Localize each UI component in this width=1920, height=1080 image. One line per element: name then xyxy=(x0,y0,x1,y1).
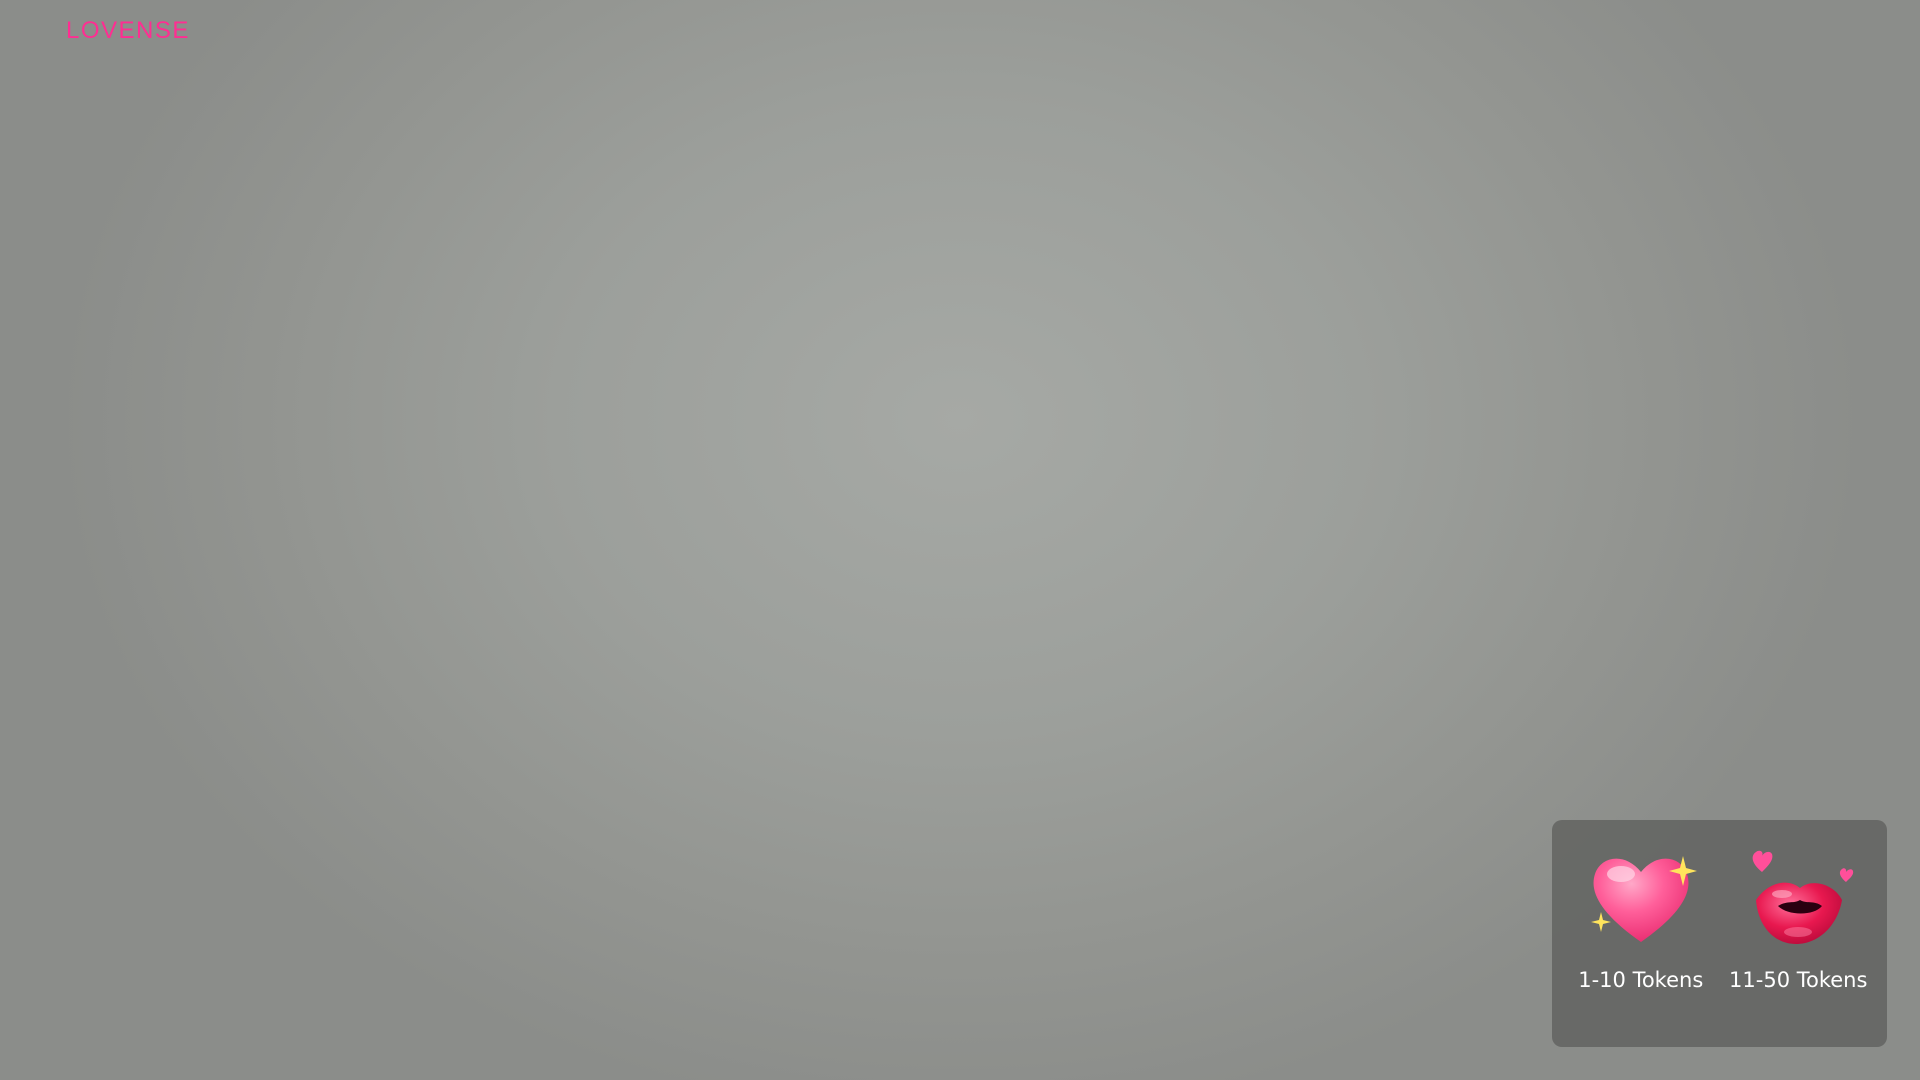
tip-label: 1-10 Tokens xyxy=(1578,968,1704,992)
tip-level-11-50[interactable]: 11-50 Tokens xyxy=(1723,844,1873,992)
tip-level-1-10[interactable]: 1-10 Tokens xyxy=(1566,844,1716,992)
tip-label: 11-50 Tokens xyxy=(1729,968,1868,992)
tip-menu-panel: 1-10 Tokens 11-50 Tokens xyxy=(1552,820,1887,1047)
kiss-lips-icon xyxy=(1738,844,1858,954)
heart-sparkle-icon xyxy=(1581,844,1701,954)
lovense-logo: LOVENSE xyxy=(66,17,190,44)
